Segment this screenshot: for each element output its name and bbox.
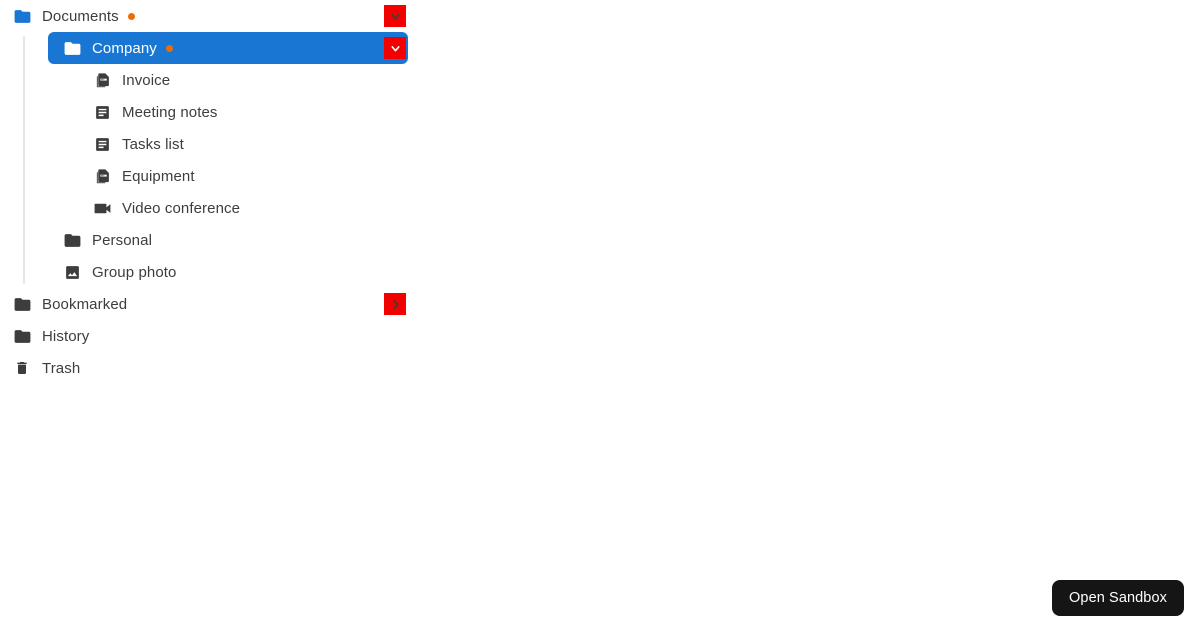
tree-row-trash[interactable]: Trash — [0, 352, 408, 384]
tree-row-company[interactable]: Company — [48, 32, 408, 64]
pdf-file-icon — [92, 166, 112, 186]
tree-row-documents[interactable]: Documents — [0, 0, 408, 32]
tree-row-label: Bookmarked — [42, 295, 128, 313]
image-icon — [62, 262, 82, 282]
open-sandbox-button[interactable]: Open Sandbox — [1052, 579, 1184, 616]
tree-row-label: Trash — [42, 359, 81, 377]
article-icon — [92, 134, 112, 154]
tree-row-tasks-list[interactable]: Tasks list — [88, 128, 408, 160]
tree-row-label: History — [42, 327, 90, 345]
folder-open-icon — [12, 326, 32, 346]
tree-row-history[interactable]: History — [0, 320, 408, 352]
tree-group-level-2: Invoice Meeting notes Tasks list Equipment V… — [0, 64, 420, 224]
tree-row-label: Documents — [42, 7, 119, 25]
file-tree: Documents Company Invoice Meeting notes Task… — [0, 0, 420, 384]
pdf-file-icon — [92, 70, 112, 90]
tree-row-equipment[interactable]: Equipment — [88, 160, 408, 192]
folder-open-icon — [12, 6, 32, 26]
chevron-down-icon — [389, 10, 402, 23]
tree-row-label: Company — [92, 39, 157, 57]
toggle-button-bookmarked[interactable] — [384, 293, 406, 315]
tree-row-label: Meeting notes — [122, 103, 218, 121]
toggle-button-company[interactable] — [384, 37, 406, 59]
tree-row-video-conference[interactable]: Video conference — [88, 192, 408, 224]
trash-icon — [12, 358, 32, 378]
article-icon — [92, 102, 112, 122]
tree-row-label: Video conference — [122, 199, 241, 217]
tree-row-label: Invoice — [122, 71, 171, 89]
tree-row-bookmarked[interactable]: Bookmarked — [0, 288, 408, 320]
folder-open-icon — [62, 38, 82, 58]
chevron-right-icon — [389, 298, 402, 311]
tree-row-label: Equipment — [122, 167, 195, 185]
tree-row-personal[interactable]: Personal — [48, 224, 408, 256]
tree-row-invoice[interactable]: Invoice — [88, 64, 408, 96]
status-dot-badge — [165, 44, 173, 52]
folder-open-icon — [12, 294, 32, 314]
toggle-button-documents[interactable] — [384, 5, 406, 27]
tree-group-level-1: Company Invoice Meeting notes Tasks list Equ… — [0, 32, 420, 288]
chevron-down-icon — [389, 42, 402, 55]
tree-row-label: Tasks list — [122, 135, 184, 153]
tree-row-meeting-notes[interactable]: Meeting notes — [88, 96, 408, 128]
status-dot-badge — [127, 12, 135, 20]
tree-row-label: Group photo — [92, 263, 177, 281]
tree-row-label: Personal — [92, 231, 153, 249]
video-camera-icon — [92, 198, 112, 218]
tree-row-group-photo[interactable]: Group photo — [48, 256, 408, 288]
folder-open-icon — [62, 230, 82, 250]
